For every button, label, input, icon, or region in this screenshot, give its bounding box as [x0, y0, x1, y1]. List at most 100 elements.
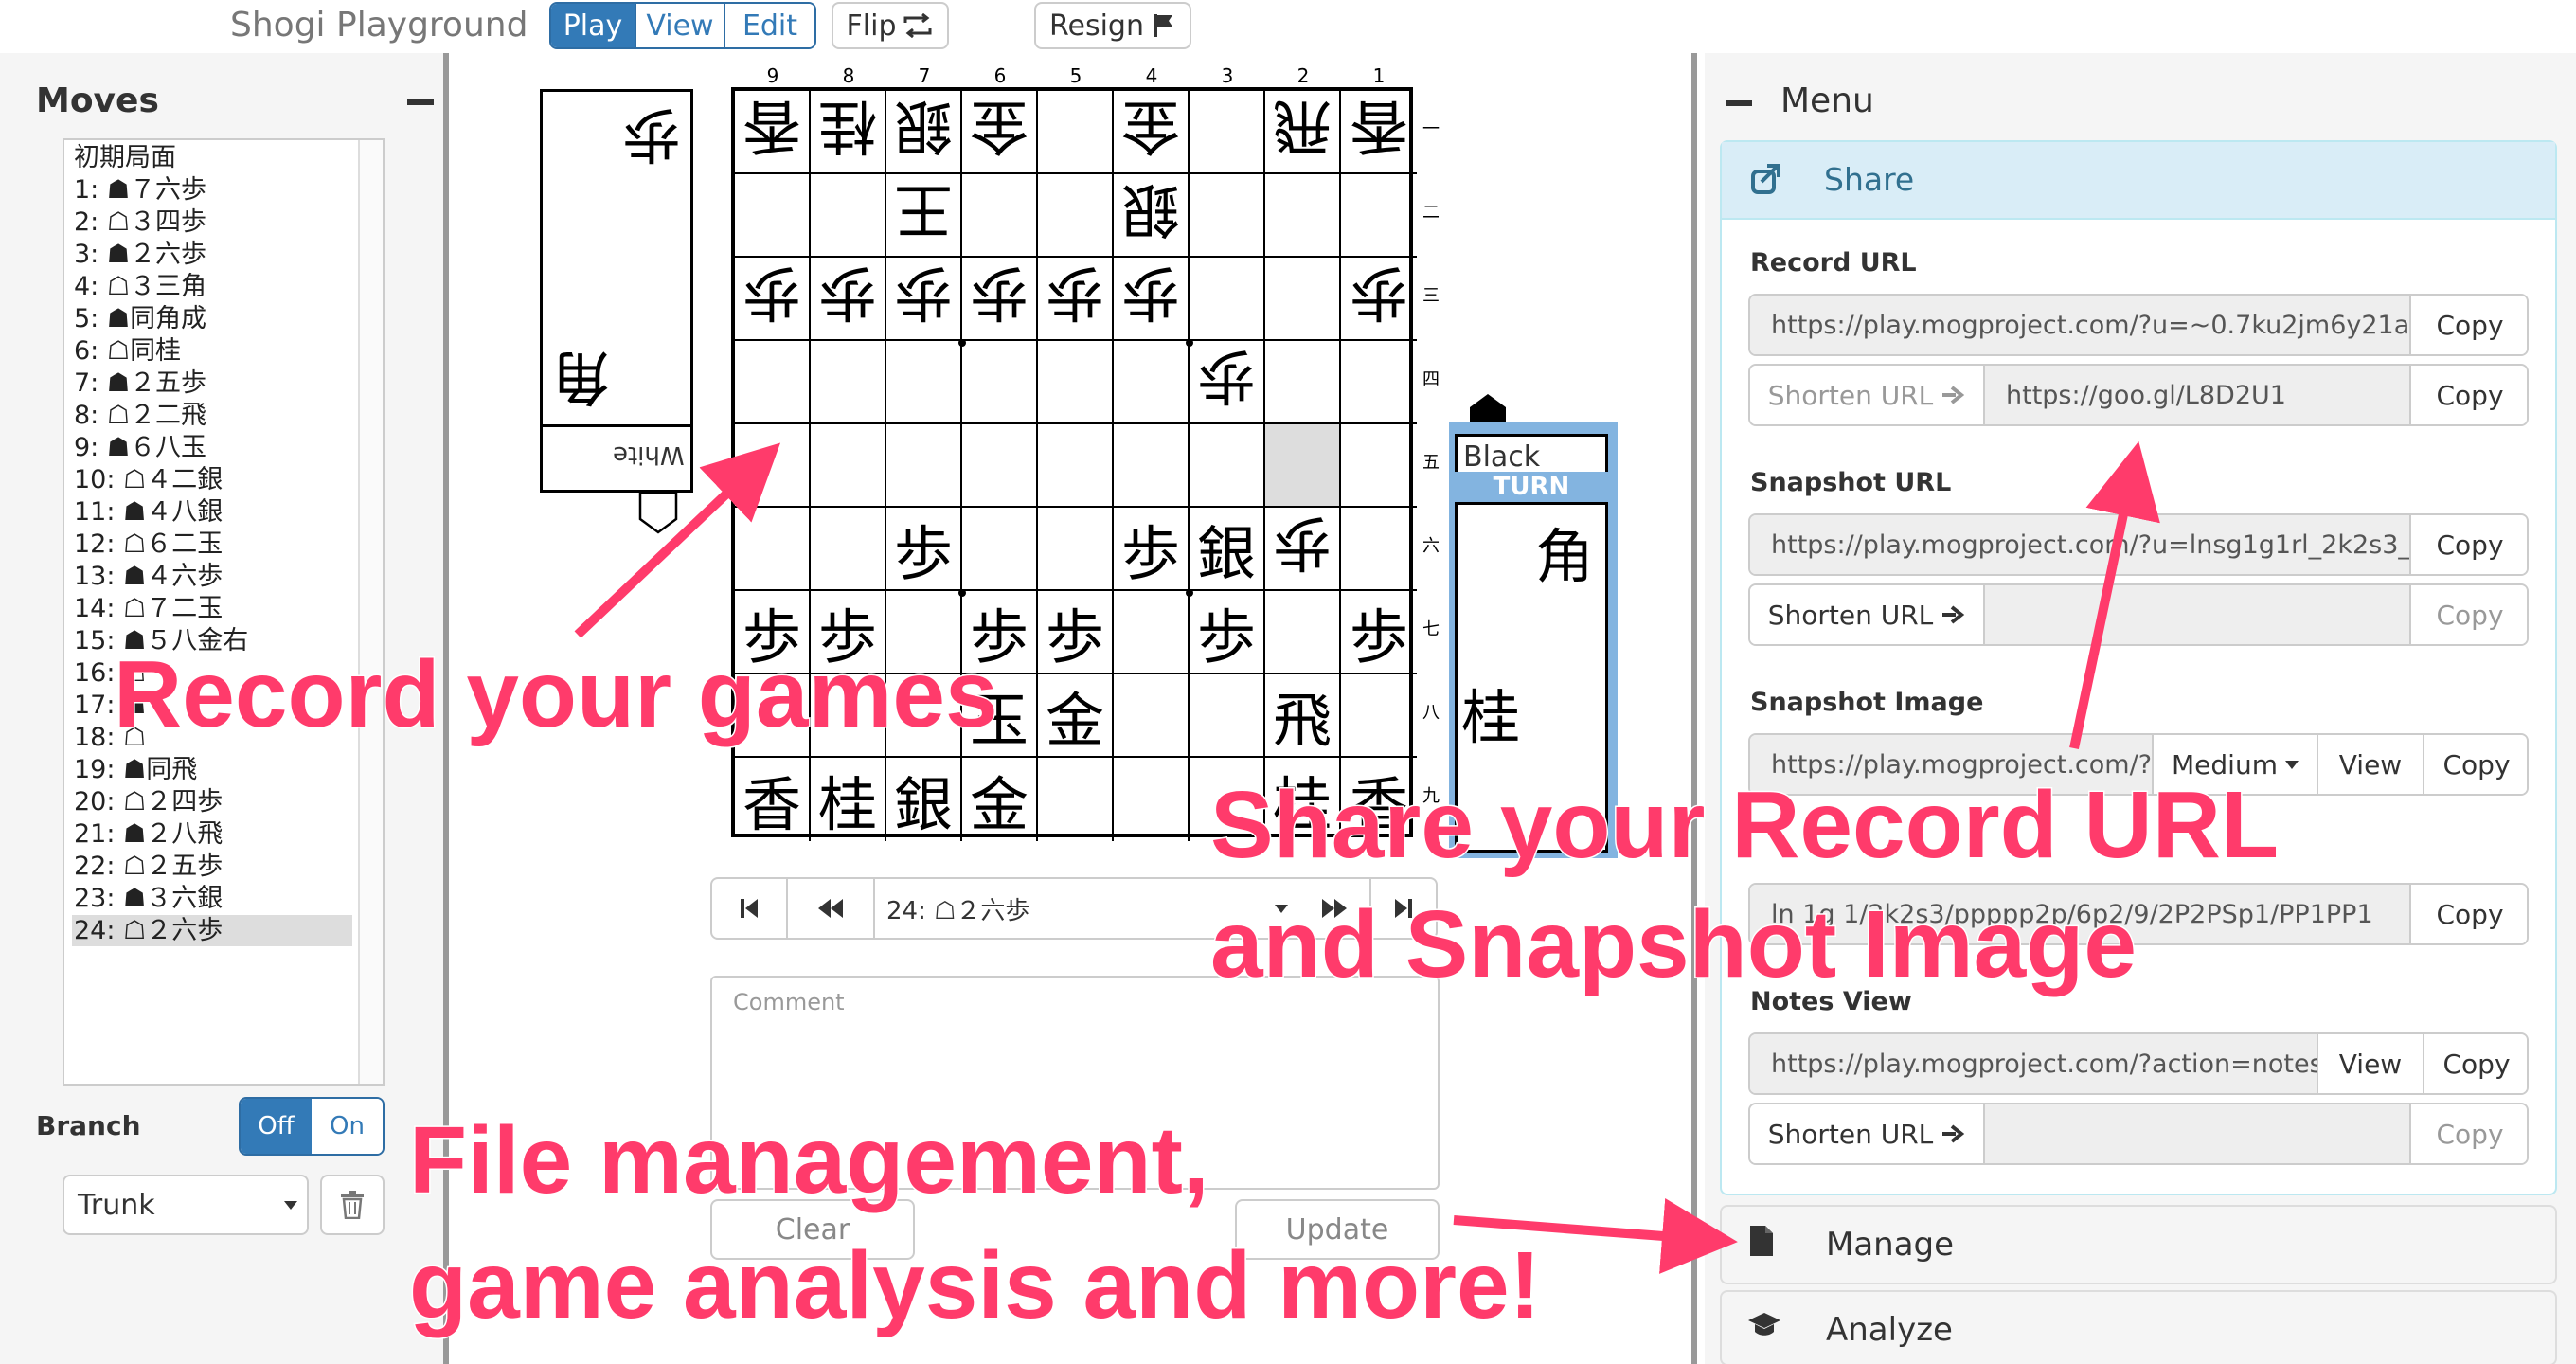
record-url-field[interactable]: https://play.mogproject.com/?u=~0.7ku2jm…	[1750, 296, 2409, 354]
white-piece[interactable]: 銀	[1121, 172, 1180, 258]
shorten-snapshot-url-button[interactable]: Shorten URL	[1750, 585, 1985, 644]
manage-section-header[interactable]: Manage	[1720, 1205, 2557, 1284]
board-square[interactable]: 飛	[1265, 674, 1341, 758]
move-list-item[interactable]: 8: ☖２二飛	[74, 400, 358, 431]
share-header[interactable]: Share	[1722, 142, 2555, 220]
board-square[interactable]: 歩	[886, 258, 962, 341]
board-square[interactable]	[1265, 174, 1341, 258]
move-list-item[interactable]: 6: ☖同桂	[74, 335, 358, 367]
move-list-item[interactable]: 14: ☖７二玉	[74, 593, 358, 624]
board-square[interactable]	[811, 508, 886, 591]
black-piece[interactable]: 金	[970, 757, 1029, 842]
board-square[interactable]: 金	[1038, 674, 1114, 758]
move-list-item[interactable]: 13: ☗４六歩	[74, 561, 358, 592]
black-piece[interactable]: 歩	[1350, 589, 1408, 674]
shorten-notes-url-button[interactable]: Shorten URL	[1750, 1104, 1985, 1163]
white-piece[interactable]: 歩	[894, 256, 953, 341]
board-square[interactable]: 歩	[1341, 258, 1417, 341]
short-url-field[interactable]: https://goo.gl/L8D2U1	[1985, 366, 2409, 424]
copy-notes-url-button[interactable]: Copy	[2423, 1034, 2527, 1093]
white-piece[interactable]: 歩	[1350, 256, 1408, 341]
move-list-item[interactable]: 12: ☖６二玉	[74, 529, 358, 560]
copy-record-url-button[interactable]: Copy	[2409, 296, 2527, 354]
black-piece[interactable]: 歩	[1121, 506, 1180, 591]
black-piece[interactable]: 銀	[1197, 506, 1256, 591]
board-square[interactable]: 歩	[1190, 591, 1265, 674]
board-square[interactable]	[1190, 258, 1265, 341]
board-square[interactable]: 歩	[1341, 591, 1417, 674]
board-square[interactable]: 銀	[886, 91, 962, 174]
delete-branch-button[interactable]	[320, 1175, 385, 1235]
copy-notes-short-url-button[interactable]: Copy	[2409, 1104, 2527, 1163]
board-square[interactable]	[1038, 91, 1114, 174]
collapse-menu-icon[interactable]	[1726, 100, 1752, 106]
black-piece[interactable]: 銀	[894, 757, 953, 842]
move-list-item[interactable]: 2: ☖３四歩	[74, 206, 358, 238]
flip-button[interactable]: Flip	[832, 2, 949, 49]
white-piece[interactable]: 王	[894, 172, 953, 258]
board-square[interactable]	[811, 424, 886, 508]
move-list-item[interactable]: 9: ☗６八玉	[74, 432, 358, 463]
board-square[interactable]	[1190, 424, 1265, 508]
board-square[interactable]	[1265, 258, 1341, 341]
board-square[interactable]	[1265, 341, 1341, 424]
board-square[interactable]: 香	[735, 758, 811, 841]
white-piece[interactable]: 歩	[1121, 256, 1180, 341]
board-square[interactable]	[886, 424, 962, 508]
board-square[interactable]: 歩	[1114, 258, 1190, 341]
board-square[interactable]: 王	[886, 174, 962, 258]
move-list-item[interactable]: 7: ☗２五歩	[74, 368, 358, 399]
move-list-item[interactable]: 3: ☗２六歩	[74, 239, 358, 270]
board-square[interactable]	[1341, 174, 1417, 258]
board-square[interactable]	[811, 341, 886, 424]
first-move-button[interactable]	[712, 879, 788, 938]
board-square[interactable]	[1190, 91, 1265, 174]
board-square[interactable]	[1190, 174, 1265, 258]
board-square[interactable]	[1265, 591, 1341, 674]
moves-list[interactable]: 初期局面 1: ☗７六歩 2: ☖３四歩 3: ☗２六歩 4: ☖３三角 5: ☗同角成 6…	[63, 138, 385, 1086]
collapse-moves-icon[interactable]	[407, 99, 434, 105]
board-square[interactable]	[1341, 674, 1417, 758]
analyze-section-header[interactable]: Analyze	[1720, 1290, 2557, 1364]
view-snapshot-image-button[interactable]: View	[2317, 735, 2423, 794]
white-hand-piece[interactable]: 角	[552, 340, 611, 425]
white-piece[interactable]: 金	[970, 89, 1029, 174]
move-list-item[interactable]: 21: ☗２八飛	[74, 818, 358, 850]
black-piece[interactable]: 歩	[1197, 589, 1256, 674]
board-square[interactable]: 歩	[962, 258, 1038, 341]
white-piece[interactable]: 金	[1121, 89, 1180, 174]
mode-edit-button[interactable]: Edit	[724, 4, 814, 47]
white-piece[interactable]: 歩	[818, 256, 877, 341]
board-square[interactable]: 歩	[811, 258, 886, 341]
board-square[interactable]	[1114, 591, 1190, 674]
move-list-item[interactable]: 10: ☖４二銀	[74, 464, 358, 495]
board-square[interactable]: 歩	[1038, 591, 1114, 674]
board-square[interactable]: 桂	[811, 91, 886, 174]
black-piece[interactable]: 香	[742, 757, 801, 842]
move-list-item[interactable]: 1: ☗７六歩	[74, 174, 358, 206]
board-square[interactable]: 歩	[1190, 341, 1265, 424]
view-notes-button[interactable]: View	[2317, 1034, 2423, 1093]
white-piece[interactable]: 飛	[1273, 89, 1332, 174]
black-piece[interactable]: 桂	[818, 757, 877, 842]
board-square[interactable]	[735, 341, 811, 424]
board-square[interactable]	[1265, 424, 1341, 508]
board-square[interactable]	[735, 174, 811, 258]
branch-off-button[interactable]: Off	[241, 1099, 312, 1154]
black-hand-piece[interactable]: 角	[1535, 509, 1594, 594]
board-square[interactable]	[735, 508, 811, 591]
black-piece[interactable]: 歩	[1046, 589, 1104, 674]
board-square[interactable]	[962, 174, 1038, 258]
board-square[interactable]: 金	[962, 91, 1038, 174]
board-square[interactable]	[1038, 341, 1114, 424]
board-square[interactable]	[1190, 674, 1265, 758]
branch-on-button[interactable]: On	[312, 1099, 383, 1154]
board-square[interactable]: 歩	[886, 508, 962, 591]
notes-url-field[interactable]: https://play.mogproject.com/?action=note…	[1750, 1034, 2317, 1093]
copy-snapshot-url-button[interactable]: Copy	[2409, 515, 2527, 574]
board-square[interactable]	[1038, 174, 1114, 258]
board-square[interactable]	[811, 174, 886, 258]
copy-snapshot-short-url-button[interactable]: Copy	[2409, 585, 2527, 644]
move-list-item[interactable]: 初期局面	[74, 142, 358, 173]
notes-short-url-field[interactable]	[1985, 1104, 2409, 1163]
